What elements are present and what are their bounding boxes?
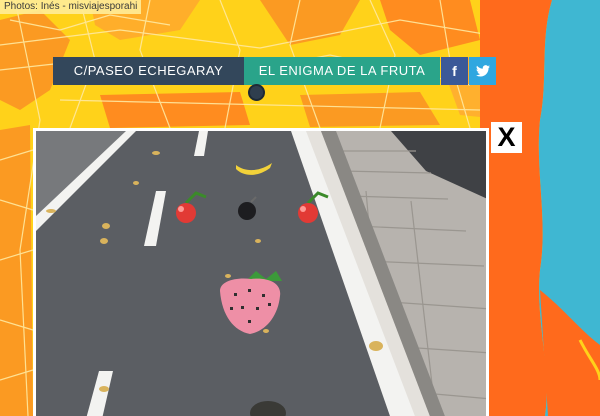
twitter-icon	[475, 65, 490, 77]
close-icon: X	[497, 122, 516, 152]
facebook-icon: f	[452, 63, 457, 79]
street-label: C/PASEO ECHEGARAY	[53, 57, 244, 85]
close-button[interactable]: X	[491, 122, 522, 153]
photo-viewer	[33, 128, 489, 416]
page-title: EL ENIGMA DE LA FRUTA	[244, 57, 440, 85]
facebook-share-button[interactable]: f	[441, 57, 468, 85]
twitter-share-button[interactable]	[469, 57, 496, 85]
street-photo	[36, 131, 486, 416]
map-pin-icon[interactable]	[248, 84, 265, 101]
header-bar: C/PASEO ECHEGARAY EL ENIGMA DE LA FRUTA …	[53, 57, 496, 85]
photo-credit: Photos: Inés - misviajesporahi	[0, 0, 142, 14]
